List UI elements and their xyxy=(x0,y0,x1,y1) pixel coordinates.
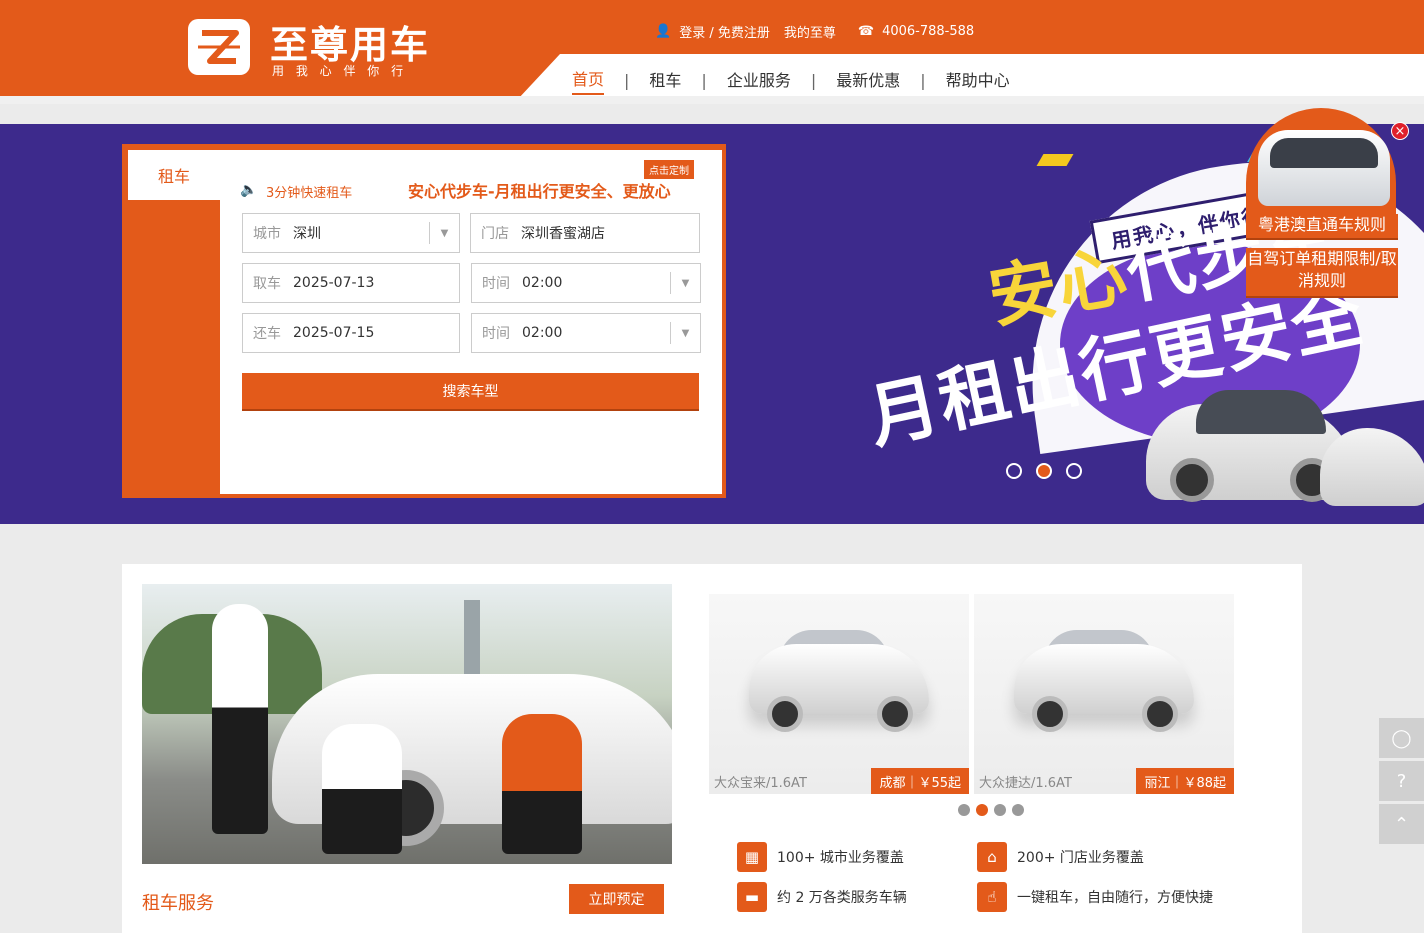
car-price-badge[interactable]: 成都｜￥55起 xyxy=(871,768,969,794)
service-title: 租车服务 xyxy=(142,893,214,914)
brand-name[interactable]: 至尊用车 xyxy=(270,14,430,69)
nav-enterprise[interactable]: 企业服务 xyxy=(727,67,791,94)
speaker-icon: 🔈 xyxy=(240,182,258,198)
logo-icon[interactable] xyxy=(188,19,250,75)
tap-icon: ☝ xyxy=(977,882,1007,912)
banner-car-wheel xyxy=(1170,458,1214,502)
car-name: 大众捷达/1.6AT xyxy=(979,776,1072,791)
custom-badge[interactable]: 点击定制 xyxy=(644,160,694,179)
promo-link-rules[interactable]: 自驾订单租期限制/取消规则 xyxy=(1246,248,1398,298)
pickup-date-input[interactable]: 取车 2025-07-13 xyxy=(242,263,460,303)
return-date-value: 2025-07-15 xyxy=(293,325,375,341)
nav-home[interactable]: 首页 xyxy=(572,66,605,95)
store-value: 深圳香蜜湖店 xyxy=(521,226,605,242)
chevron-down-icon[interactable]: ▼ xyxy=(670,322,700,344)
banner-dot[interactable] xyxy=(1066,463,1082,479)
feature-text: 200+ 门店业务覆盖 xyxy=(1017,850,1144,866)
return-time-label: 时间 xyxy=(482,326,510,342)
return-label: 还车 xyxy=(253,326,281,342)
side-toolbar: ◯ ? ⌃ xyxy=(1379,718,1424,847)
carousel-dot[interactable] xyxy=(994,804,1006,816)
banner-dot-active[interactable] xyxy=(1036,463,1052,479)
car-wheel xyxy=(1032,696,1068,732)
car-icon: ▬ xyxy=(737,882,767,912)
pickup-date-value: 2025-07-13 xyxy=(293,275,375,291)
photo-person xyxy=(212,604,268,834)
car-price-badge[interactable]: 丽江｜￥88起 xyxy=(1136,768,1234,794)
photo-tower xyxy=(464,600,480,680)
services-section: 租车服务 立即预定 大众宝来/1.6AT 成都｜￥55起 大众捷达/1.6AT … xyxy=(122,564,1302,933)
carousel-dot[interactable] xyxy=(958,804,970,816)
feature-text: 一键租车，自由随行，方便快捷 xyxy=(1017,890,1213,906)
main-nav: 首页 | 租车 | 企业服务 | 最新优惠 | 帮助中心 xyxy=(572,66,1010,95)
promo-link-gba[interactable]: 粤港澳直通车规则 xyxy=(1246,214,1398,240)
photo-person xyxy=(502,714,582,854)
car-name: 大众宝来/1.6AT xyxy=(714,776,807,791)
city-select[interactable]: 城市 深圳 ▼ xyxy=(242,213,460,253)
help-icon[interactable]: ? xyxy=(1379,761,1424,801)
banner-car-window xyxy=(1196,390,1326,434)
login-link[interactable]: 登录 / 免费注册 xyxy=(679,22,770,41)
book-now-button[interactable]: 立即预定 xyxy=(569,884,664,914)
phone-icon: ☎ xyxy=(857,24,875,39)
store-select[interactable]: 门店 深圳香蜜湖店 xyxy=(470,213,700,253)
banner-car-image-2 xyxy=(1320,428,1424,506)
city-label: 城市 xyxy=(253,226,281,242)
site-header: 至尊用车 用 我 心 伴 你 行 👤 登录 / 免费注册 我的至尊 ☎ 4006… xyxy=(0,0,1424,104)
nav-help[interactable]: 帮助中心 xyxy=(946,67,1010,94)
feature-item: ☝ 一键租车，自由随行，方便快捷 xyxy=(977,882,1213,912)
feature-item: ▦ 100+ 城市业务覆盖 xyxy=(737,842,904,872)
feature-item: ▬ 约 2 万各类服务车辆 xyxy=(737,882,907,912)
car-card[interactable]: 大众捷达/1.6AT 丽江｜￥88起 xyxy=(974,594,1234,794)
pickup-label: 取车 xyxy=(253,276,281,292)
store-label: 门店 xyxy=(481,226,509,242)
photo-person xyxy=(322,724,402,854)
chevron-down-icon[interactable]: ▼ xyxy=(670,272,700,294)
brand-slogan: 用 我 心 伴 你 行 xyxy=(272,64,408,78)
return-time-value: 02:00 xyxy=(522,325,563,341)
pickup-time-label: 时间 xyxy=(482,276,510,292)
my-account-link[interactable]: 我的至尊 xyxy=(784,22,836,41)
car-wheel xyxy=(1142,696,1178,732)
banner-pagination xyxy=(1006,463,1096,479)
booking-form: 🔈 3分钟快速租车 安心代步车-月租出行更安全、更放心 点击定制 城市 深圳 ▼… xyxy=(220,150,722,494)
hero-banner[interactable]: 用我心，伴你行 安心代步车 月租出行更安全 租车 🔈 3分钟快速租车 安心代步车… xyxy=(0,124,1424,524)
pickup-time-value: 02:00 xyxy=(522,275,563,291)
top-links: 👤 登录 / 免费注册 我的至尊 ☎ 4006-788-588 xyxy=(655,22,988,41)
chat-icon[interactable]: ◯ xyxy=(1379,718,1424,758)
city-value: 深圳 xyxy=(293,226,321,242)
nav-rent[interactable]: 租车 xyxy=(649,67,681,94)
car-wheel xyxy=(877,696,913,732)
feature-text: 约 2 万各类服务车辆 xyxy=(777,890,907,906)
store-icon: ⌂ xyxy=(977,842,1007,872)
promo-float: 粤港澳直通车规则 自驾订单租期限制/取消规则 × xyxy=(1244,108,1409,298)
banner-dot[interactable] xyxy=(1006,463,1022,479)
banner-deco xyxy=(1036,154,1074,166)
car-wheel xyxy=(767,696,803,732)
car-carousel-pagination xyxy=(958,804,1030,816)
feature-text: 100+ 城市业务覆盖 xyxy=(777,850,904,866)
carousel-dot-active[interactable] xyxy=(976,804,988,816)
chevron-down-icon[interactable]: ▼ xyxy=(429,222,459,244)
carousel-dot[interactable] xyxy=(1012,804,1024,816)
search-button[interactable]: 搜索车型 xyxy=(242,373,699,411)
building-icon: ▦ xyxy=(737,842,767,872)
car-card[interactable]: 大众宝来/1.6AT 成都｜￥55起 xyxy=(709,594,969,794)
pickup-time-select[interactable]: 时间 02:00 ▼ xyxy=(471,263,701,303)
nav-deals[interactable]: 最新优惠 xyxy=(836,67,900,94)
back-to-top-icon[interactable]: ⌃ xyxy=(1379,804,1424,844)
feature-item: ⌂ 200+ 门店业务覆盖 xyxy=(977,842,1144,872)
user-icon: 👤 xyxy=(655,24,672,39)
service-photo xyxy=(142,584,672,864)
return-date-input[interactable]: 还车 2025-07-15 xyxy=(242,313,460,353)
promo-van-window xyxy=(1270,138,1378,168)
quick-rent-label: 3分钟快速租车 xyxy=(266,186,353,201)
header-divider xyxy=(0,96,1424,104)
tab-rent[interactable]: 租车 xyxy=(128,150,220,200)
return-time-select[interactable]: 时间 02:00 ▼ xyxy=(471,313,701,353)
hotline: 4006-788-588 xyxy=(882,24,975,39)
booking-slogan[interactable]: 安心代步车-月租出行更安全、更放心 xyxy=(408,178,671,202)
close-icon[interactable]: × xyxy=(1391,122,1409,140)
